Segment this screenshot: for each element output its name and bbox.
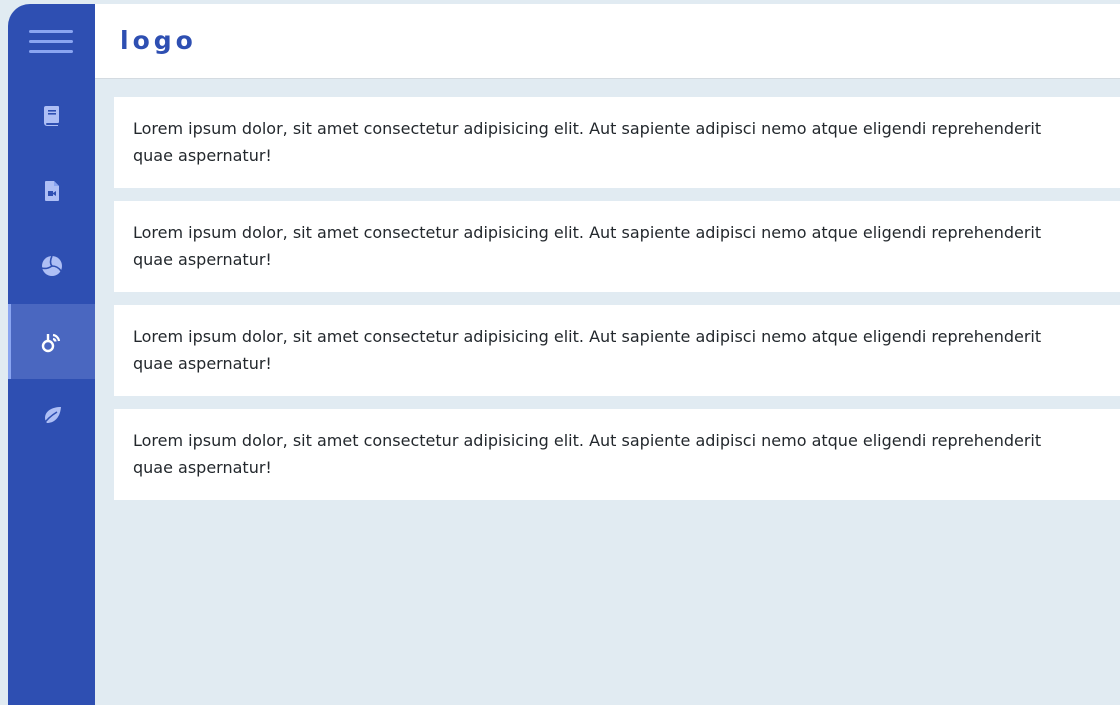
volleyball-icon bbox=[40, 254, 64, 278]
sidebar bbox=[8, 4, 95, 705]
card-text-line: quae aspernatur! bbox=[133, 146, 272, 165]
card-text-line: Lorem ipsum dolor, sit amet consectetur … bbox=[133, 223, 1042, 242]
app: logo Lorem ipsum dolor, sit amet consect… bbox=[0, 0, 1120, 705]
hamburger-line bbox=[29, 30, 73, 33]
card-text: Lorem ipsum dolor, sit amet consectetur … bbox=[133, 219, 1120, 273]
card-text: Lorem ipsum dolor, sit amet consectetur … bbox=[133, 323, 1120, 377]
card-text-line: Lorem ipsum dolor, sit amet consectetur … bbox=[133, 119, 1042, 138]
card-text-line: quae aspernatur! bbox=[133, 354, 272, 373]
book-icon bbox=[40, 104, 64, 128]
sidebar-item-book[interactable] bbox=[8, 78, 95, 153]
logo[interactable]: logo bbox=[120, 26, 197, 56]
card-text-line: quae aspernatur! bbox=[133, 458, 272, 477]
content-card: Lorem ipsum dolor, sit amet consectetur … bbox=[114, 201, 1120, 292]
leaf-icon bbox=[40, 404, 64, 428]
connection-icon bbox=[40, 330, 64, 354]
content-card: Lorem ipsum dolor, sit amet consectetur … bbox=[114, 409, 1120, 500]
card-text-line: Lorem ipsum dolor, sit amet consectetur … bbox=[133, 327, 1042, 346]
sidebar-item-file-video[interactable] bbox=[8, 153, 95, 228]
card-text: Lorem ipsum dolor, sit amet consectetur … bbox=[133, 115, 1120, 169]
card-text-line: quae aspernatur! bbox=[133, 250, 272, 269]
sidebar-item-connection[interactable] bbox=[8, 304, 95, 379]
content-card: Lorem ipsum dolor, sit amet consectetur … bbox=[114, 97, 1120, 188]
content-card: Lorem ipsum dolor, sit amet consectetur … bbox=[114, 305, 1120, 396]
card-text-line: Lorem ipsum dolor, sit amet consectetur … bbox=[133, 431, 1042, 450]
hamburger-line bbox=[29, 40, 73, 43]
file-video-icon bbox=[40, 179, 64, 203]
hamburger-line bbox=[29, 50, 73, 53]
menu-toggle-button[interactable] bbox=[27, 26, 75, 62]
sidebar-item-volleyball[interactable] bbox=[8, 228, 95, 303]
header: logo bbox=[95, 4, 1120, 79]
card-text: Lorem ipsum dolor, sit amet consectetur … bbox=[133, 427, 1120, 481]
sidebar-item-leaf[interactable] bbox=[8, 378, 95, 453]
